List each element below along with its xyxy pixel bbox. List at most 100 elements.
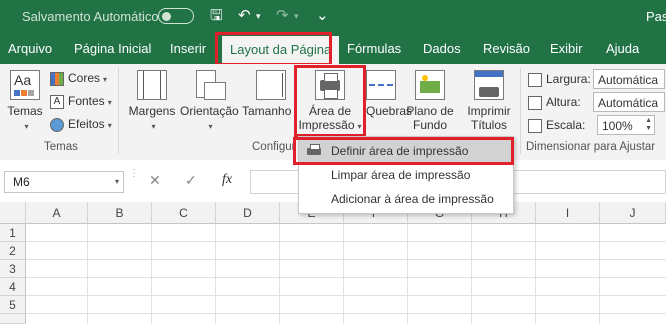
largura-select[interactable]: Automática — [593, 69, 665, 89]
group-label-configurar: Configur — [252, 141, 296, 153]
column-header[interactable]: D — [216, 202, 280, 224]
column-header[interactable]: C — [152, 202, 216, 224]
menu-item-definir-area[interactable]: Definir área de impressão — [299, 139, 513, 163]
chevron-down-icon: ▾ — [151, 122, 156, 131]
imprimir-label-line2: Títulos — [470, 118, 507, 132]
largura-row: Largura: — [528, 69, 591, 89]
autosave-toggle[interactable] — [158, 8, 194, 24]
gridline — [535, 224, 536, 324]
workbook-title: Pasta — [646, 9, 666, 24]
chevron-down-icon[interactable]: ▾ — [115, 172, 119, 192]
gridline — [471, 224, 472, 324]
efeitos-label: Efeitos — [68, 117, 105, 131]
customize-toolbar-icon[interactable]: ⌄ — [316, 7, 329, 25]
altura-label: Altura: — [546, 95, 581, 109]
gridline — [407, 224, 408, 324]
temas-button[interactable]: Aa Temas ▾ — [6, 70, 44, 134]
cancel-icon[interactable]: ✕ — [149, 172, 161, 189]
row-header[interactable] — [0, 314, 26, 324]
orientation-icon — [194, 70, 226, 100]
column-header[interactable]: J — [600, 202, 666, 224]
gridline — [26, 313, 666, 314]
chevron-down-icon: ▾ — [107, 121, 112, 130]
ribbon-tab-bar: Arquivo Página Inicial Inserir Layout da… — [0, 34, 666, 64]
chevron-down-icon: ▾ — [107, 98, 112, 107]
orientacao-button[interactable]: Orientação ▾ — [180, 70, 239, 134]
largura-value: Automática — [598, 73, 659, 87]
print-area-icon — [315, 70, 345, 100]
altura-select[interactable]: Automática — [593, 92, 665, 112]
row-header[interactable]: 2 — [0, 242, 26, 260]
print-titles-icon — [474, 70, 504, 100]
row-header[interactable]: 1 — [0, 224, 26, 242]
menu-item-adicionar-area[interactable]: Adicionar à área de impressão — [299, 187, 513, 211]
undo-dropdown-icon[interactable]: ▾ — [256, 7, 261, 25]
area-de-impressao-button[interactable]: Área de Impressão ▾ — [298, 70, 362, 134]
margens-button[interactable]: Margens ▾ — [126, 70, 178, 134]
tamanho-button[interactable]: Tamanho — [242, 70, 296, 118]
imprimir-titulos-button[interactable]: Imprimir Títulos — [462, 70, 516, 132]
chevron-down-icon: ▾ — [208, 122, 213, 131]
area-label-line1: Área de — [308, 104, 352, 118]
title-bar: Salvamento Automático 🖫 ↶ ▾ ↷ ▾ ⌄ Pasta — [0, 0, 666, 34]
plano-de-fundo-button[interactable]: Plano de Fundo — [402, 70, 458, 132]
spin-arrows-icon[interactable]: ▲ ▼ — [645, 117, 652, 133]
menu-item-label: Limpar área de impressão — [331, 168, 471, 182]
quebras-button[interactable]: Quebras — [366, 70, 412, 118]
group-separator — [118, 68, 119, 154]
column-header[interactable]: B — [88, 202, 152, 224]
background-icon — [415, 70, 445, 100]
gridline — [279, 224, 280, 324]
tab-exibir[interactable]: Exibir — [550, 34, 583, 64]
gridline — [26, 277, 666, 278]
gridline — [26, 295, 666, 296]
row-header[interactable]: 5 — [0, 296, 26, 314]
cores-label: Cores — [68, 71, 101, 85]
orientacao-label: Orientação — [180, 104, 239, 118]
tab-layout-da-pagina[interactable]: Layout da Página — [222, 36, 340, 64]
tab-dados[interactable]: Dados — [423, 34, 461, 64]
select-all-corner[interactable] — [0, 202, 26, 224]
name-box-value: M6 — [13, 175, 30, 189]
altura-row: Altura: — [528, 92, 581, 112]
escala-spinner[interactable]: 100% ▲ ▼ — [597, 115, 655, 135]
gridline — [343, 224, 344, 324]
enter-icon[interactable]: ✓ — [185, 172, 197, 189]
altura-value: Automática — [598, 96, 659, 110]
insert-function-icon[interactable]: fx — [222, 172, 232, 188]
redo-icon[interactable]: ↷ — [276, 7, 289, 25]
menu-item-limpar-area[interactable]: Limpar área de impressão — [299, 163, 513, 187]
gridline — [151, 224, 152, 324]
name-box[interactable]: M6 ▾ — [4, 171, 124, 193]
gridline — [215, 224, 216, 324]
undo-icon[interactable]: ↶ — [238, 7, 251, 25]
plano-label-line2: Fundo — [412, 118, 448, 132]
chevron-down-icon: ▾ — [24, 122, 29, 131]
chevron-down-icon: ▾ — [103, 75, 108, 84]
imprimir-label-line1: Imprimir — [467, 104, 511, 118]
cores-button[interactable]: Cores ▾ — [50, 68, 107, 88]
tab-pagina-inicial[interactable]: Página Inicial — [74, 34, 151, 64]
save-icon[interactable]: 🖫 — [210, 7, 223, 25]
print-area-menu: Definir área de impressão Limpar área de… — [298, 136, 514, 214]
tab-formulas[interactable]: Fórmulas — [347, 34, 401, 64]
efeitos-button[interactable]: Efeitos ▾ — [50, 114, 112, 134]
fonts-icon: A — [50, 94, 64, 109]
tab-ajuda[interactable]: Ajuda — [606, 34, 639, 64]
margins-icon — [137, 70, 167, 100]
column-header[interactable]: I — [536, 202, 600, 224]
breaks-icon — [366, 70, 396, 100]
largura-label: Largura: — [546, 72, 591, 86]
gridline — [87, 224, 88, 324]
tab-inserir[interactable]: Inserir — [170, 34, 206, 64]
fontes-button[interactable]: A Fontes ▾ — [50, 91, 112, 111]
height-icon — [528, 95, 542, 110]
set-print-area-icon — [307, 144, 321, 156]
redo-dropdown-icon[interactable]: ▾ — [294, 7, 299, 25]
row-header[interactable]: 3 — [0, 260, 26, 278]
tab-revisao[interactable]: Revisão — [483, 34, 530, 64]
column-header[interactable]: A — [26, 202, 88, 224]
tab-arquivo[interactable]: Arquivo — [8, 34, 52, 64]
row-header[interactable]: 4 — [0, 278, 26, 296]
themes-icon: Aa — [10, 70, 40, 100]
